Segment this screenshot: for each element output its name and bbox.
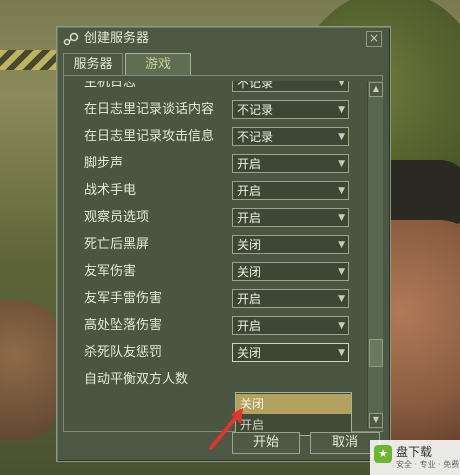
dropdown-value: 关闭 [237,265,262,279]
setting-row-flashlight: 战术手电 开启 ▼ [74,178,361,205]
setting-row-friendly-grenade: 友军手雷伤害 开启 ▼ [74,286,361,313]
setting-label: 高处坠落伤害 [84,318,163,333]
setting-label: 在日志里记录谈话内容 [84,102,215,117]
dropdown-value: 关闭 [237,346,262,360]
setting-row-log-attack: 在日志里记录攻击信息 不记录 ▼ [74,124,361,151]
setting-label: 自动平衡双方人数 [84,372,189,387]
setting-row-teamkill-penalty: 杀死队友惩罚 关闭 ▼ [74,340,361,367]
chevron-down-icon: ▼ [338,267,345,277]
setting-dropdown[interactable]: 关闭 ▼ [232,235,349,254]
dropdown-value: 开启 [237,211,262,225]
setting-dropdown[interactable]: 关闭 ▼ [232,262,349,281]
watermark-subtext: 安全 · 专业 · 免费 [396,460,460,469]
dropdown-value: 不记录 [237,103,274,117]
setting-row-friendly-fire: 友军伤害 关闭 ▼ [74,259,361,286]
setting-row-fade-to-black: 死亡后黑屏 关闭 ▼ [74,232,361,259]
dropdown-value: 关闭 [237,238,262,252]
setting-label: 脚步声 [84,156,124,171]
dropdown-value: 开启 [237,184,262,198]
chevron-down-icon: ▼ [338,81,345,88]
tab-game[interactable]: 游戏 [125,53,191,76]
setting-dropdown[interactable]: 开启 ▼ [232,154,349,173]
setting-row-autobalance: 自动平衡双方人数 [74,367,361,394]
chevron-down-icon: ▼ [338,186,345,196]
dropdown-value: 不记录 [237,130,274,144]
chevron-down-icon: ▼ [338,321,345,331]
setting-label: 友军手雷伤害 [84,291,163,306]
window-title: 创建服务器 [84,31,150,46]
setting-label: 在日志里记录攻击信息 [84,129,215,144]
red-arrow-annotation [209,408,243,450]
scrollbar-thumb[interactable] [369,339,383,367]
scroll-down-button[interactable]: ▼ [369,413,383,428]
chevron-down-icon: ▼ [338,159,345,169]
dropdown-value: 开启 [237,319,262,333]
soldier-arm [0,300,60,440]
setting-row-footsteps: 脚步声 开启 ▼ [74,151,361,178]
dropdown-value: 开启 [237,292,262,306]
setting-dropdown[interactable]: 开启 ▼ [232,289,349,308]
settings-list: 主机日志 不记录 ▼ 在日志里记录谈话内容 不记录 ▼ 在日志里记录攻击信息 不… [74,81,361,428]
dropdown-value: 不记录 [237,81,274,90]
dropdown-option-off[interactable]: 关闭 [236,394,351,414]
steam-icon [63,32,79,46]
setting-dropdown[interactable]: 关闭 ▼ [232,343,349,362]
setting-label: 主机日志 [84,81,137,90]
setting-row-host-log: 主机日志 不记录 ▼ [74,81,361,97]
chevron-down-icon: ▼ [338,105,345,115]
setting-label: 死亡后黑屏 [84,237,150,252]
title-bar[interactable]: 创建服务器 × [57,27,390,51]
setting-row-fall-damage: 高处坠落伤害 开启 ▼ [74,313,361,340]
setting-dropdown[interactable]: 开启 ▼ [232,208,349,227]
setting-label: 友军伤害 [84,264,137,279]
setting-row-spectator: 观察员选项 开启 ▼ [74,205,361,232]
chevron-down-icon: ▼ [338,132,345,142]
game-settings-panel: 主机日志 不记录 ▼ 在日志里记录谈话内容 不记录 ▼ 在日志里记录攻击信息 不… [63,75,383,432]
setting-label: 杀死队友惩罚 [84,345,163,360]
close-button[interactable]: × [366,31,382,47]
chevron-down-icon: ▼ [338,294,345,304]
setting-label: 观察员选项 [84,210,150,225]
setting-dropdown[interactable]: 不记录 ▼ [232,127,349,146]
scroll-up-button[interactable]: ▲ [369,82,383,97]
leaf-logo-icon: ★ [374,445,392,463]
setting-label: 战术手电 [84,183,137,198]
setting-dropdown[interactable]: 不记录 ▼ [232,81,349,92]
background-stripe [0,50,60,70]
dropdown-options-menu: 关闭 开启 [235,392,352,436]
site-watermark: ★ 盘下载 安全 · 专业 · 免费 [370,440,460,475]
chevron-down-icon: ▼ [338,213,345,223]
setting-dropdown[interactable]: 开启 ▼ [232,181,349,200]
setting-dropdown[interactable]: 不记录 ▼ [232,100,349,119]
setting-row-log-chat: 在日志里记录谈话内容 不记录 ▼ [74,97,361,124]
setting-dropdown[interactable]: 开启 ▼ [232,316,349,335]
tab-server[interactable]: 服务器 [63,53,123,76]
watermark-text: 盘下载 [396,445,433,459]
settings-scrollbar[interactable]: ▲ ▼ [367,81,383,429]
dropdown-value: 开启 [237,157,262,171]
chevron-down-icon: ▼ [338,240,345,250]
chevron-down-icon: ▼ [338,348,345,358]
